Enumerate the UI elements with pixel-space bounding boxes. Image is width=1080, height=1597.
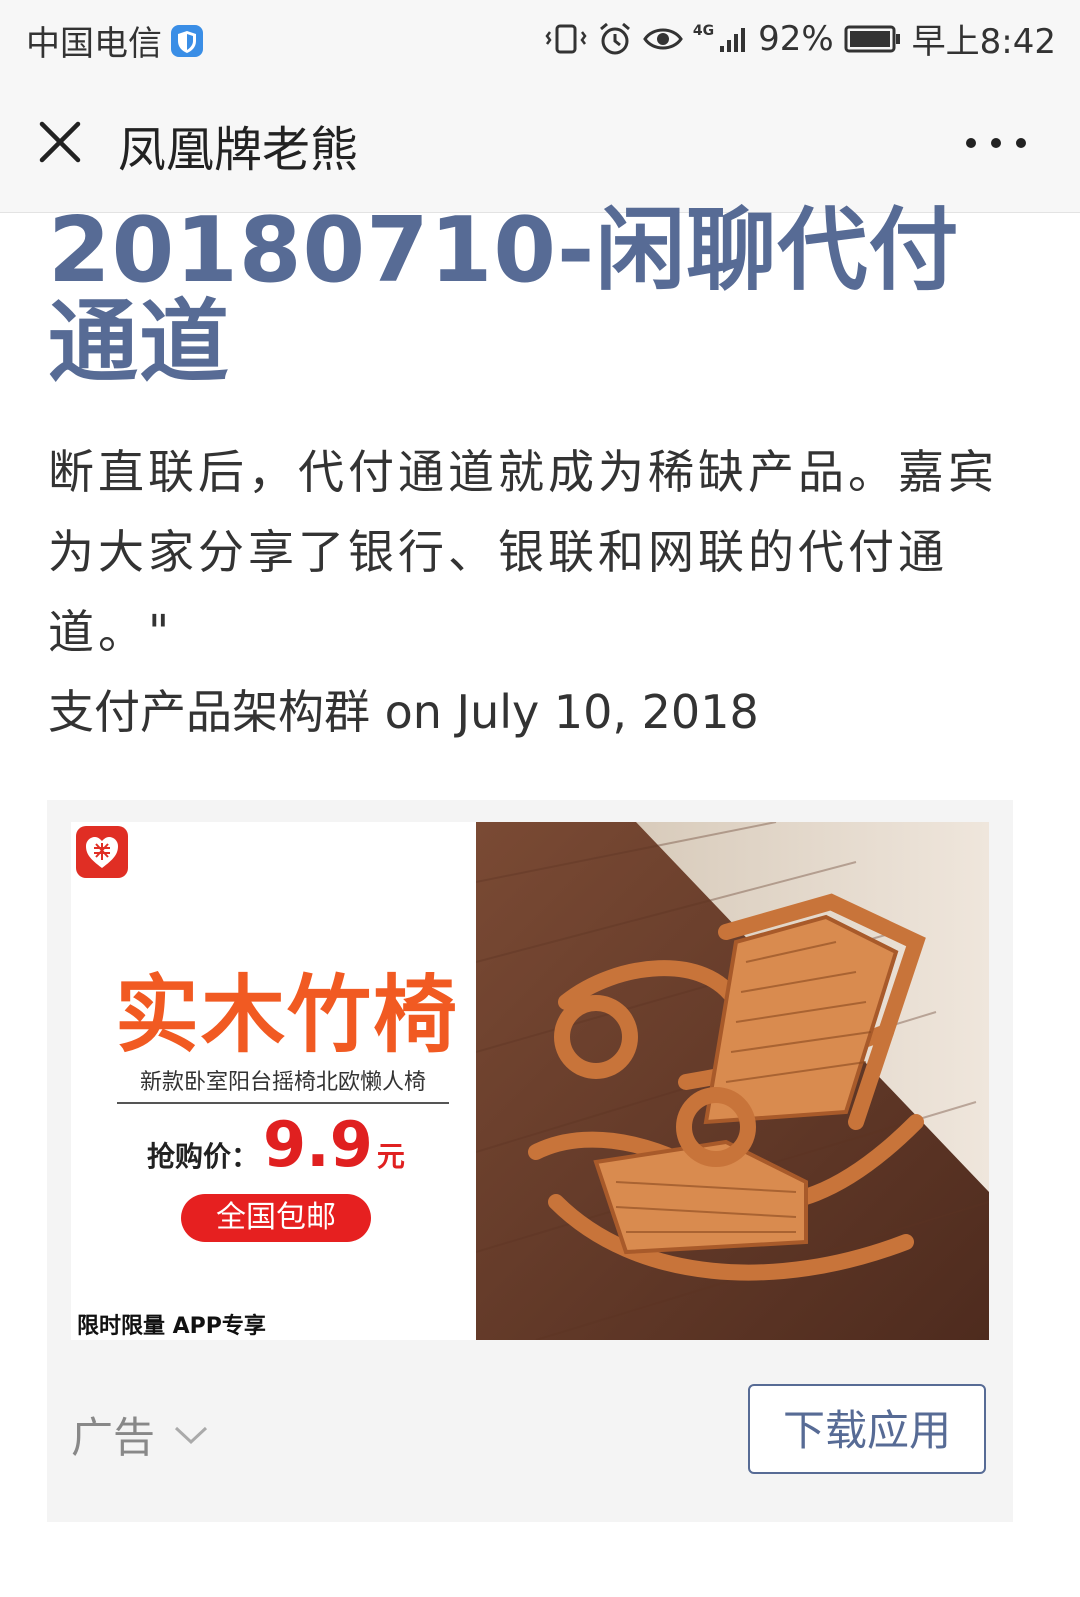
ad-footnote: 限时限量 APP专享: [77, 1314, 266, 1339]
vibrate-icon: [545, 24, 587, 53]
more-dot: [991, 138, 1001, 148]
more-icon[interactable]: [966, 128, 1026, 158]
page-title: 凤凰牌老熊: [118, 122, 359, 178]
ad-banner[interactable]: 实木竹椅 新款卧室阳台摇椅北欧懒人椅 抢购价： 9.9 元 全国包邮 限时限量 …: [71, 822, 989, 1340]
status-bar: 中国电信 4G 92% 早上8:42: [0, 0, 1080, 80]
shield-icon: [171, 24, 203, 57]
eye-icon: [643, 28, 683, 49]
ad-label[interactable]: 广告: [71, 1404, 209, 1465]
signal-icon: [720, 27, 746, 52]
ad-card[interactable]: 实木竹椅 新款卧室阳台摇椅北欧懒人椅 抢购价： 9.9 元 全国包邮 限时限量 …: [47, 800, 1013, 1522]
more-dot: [1016, 138, 1026, 148]
article-title[interactable]: 20180710-闲聊代付通道: [48, 205, 1038, 389]
rocking-chair-photo: [476, 822, 989, 1340]
more-dot: [966, 138, 976, 148]
close-icon[interactable]: [36, 118, 84, 166]
alarm-icon: [599, 22, 630, 54]
battery-percent: 92%: [758, 18, 834, 59]
price-label: 抢购价：: [147, 1140, 260, 1173]
status-left: 中国电信: [26, 16, 204, 65]
nav-bar: 凤凰牌老熊: [0, 80, 1080, 213]
ad-headline: 实木竹椅: [114, 966, 459, 1064]
free-shipping-badge: 全国包邮: [181, 1194, 371, 1242]
ad-label-text: 广告: [71, 1413, 156, 1462]
network-type: 4G: [692, 22, 715, 39]
ad-text-panel: 实木竹椅 新款卧室阳台摇椅北欧懒人椅 抢购价： 9.9 元 全国包邮 限时限量 …: [71, 822, 476, 1340]
battery-icon: [844, 25, 900, 52]
price-value: 9.9: [263, 1108, 373, 1181]
price-row: 抢购价： 9.9 元: [147, 1108, 405, 1181]
ad-subheadline: 新款卧室阳台摇椅北欧懒人椅: [117, 1064, 449, 1104]
carrier-name: 中国电信: [26, 24, 162, 64]
article-meta: 支付产品架构群 on July 10, 2018: [48, 685, 759, 739]
download-app-button[interactable]: 下载应用: [748, 1384, 986, 1474]
price-unit: 元: [376, 1140, 405, 1173]
chevron-down-icon: [174, 1426, 208, 1444]
clock: 早上8:42: [911, 22, 1056, 62]
pinduoduo-logo-icon: [76, 826, 128, 878]
article-description[interactable]: 断直联后，代付通道就成为稀缺产品。嘉宾为大家分享了银行、银联和网联的代付通道。": [48, 432, 1038, 672]
status-right: 4G 92% 早上8:42: [545, 14, 1056, 63]
